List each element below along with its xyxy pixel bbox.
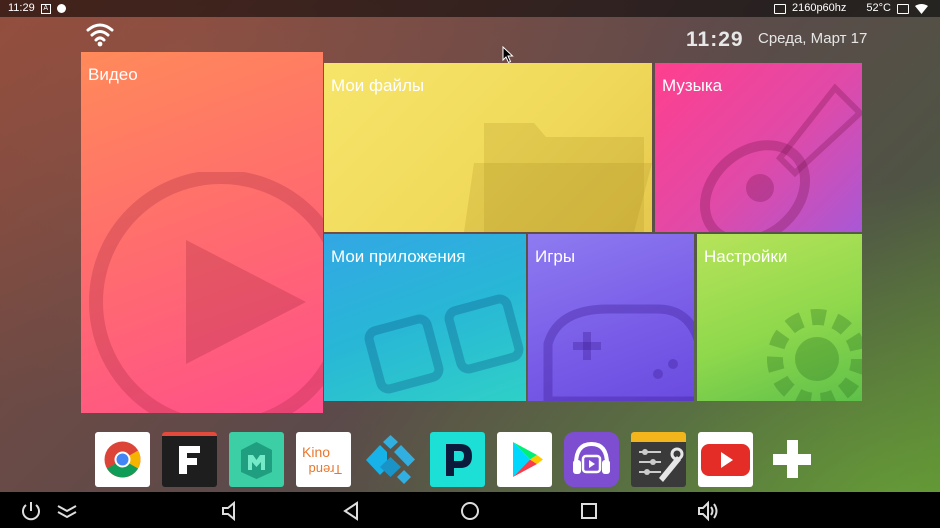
tile-files[interactable]: Мои файлы xyxy=(324,63,652,232)
volume-down-icon[interactable] xyxy=(220,500,242,522)
navigation-bar xyxy=(0,492,940,528)
tile-music[interactable]: Музыка xyxy=(655,63,862,232)
power-icon[interactable] xyxy=(20,500,42,522)
tile-settings-label: Настройки xyxy=(704,247,788,266)
chrome-icon[interactable] xyxy=(95,432,150,487)
record-dot-icon xyxy=(56,4,66,13)
tile-music-label: Музыка xyxy=(662,76,723,95)
svg-text:Trend: Trend xyxy=(309,462,342,477)
plus-icon[interactable] xyxy=(765,432,820,487)
recents-icon[interactable] xyxy=(578,500,600,522)
play-store-icon[interactable] xyxy=(497,432,552,487)
p-app-icon[interactable] xyxy=(430,432,485,487)
tile-video[interactable]: Видео xyxy=(81,52,323,413)
tile-games-label: Игры xyxy=(535,247,576,266)
folder-icon xyxy=(464,123,652,232)
tile-apps[interactable]: Мои приложения xyxy=(324,234,526,401)
gamepad-icon xyxy=(543,304,694,401)
tile-apps-label: Мои приложения xyxy=(331,247,466,266)
back-icon[interactable] xyxy=(340,500,362,522)
kodi-icon[interactable] xyxy=(363,432,418,487)
tile-video-label: Видео xyxy=(88,65,138,84)
youtube-icon[interactable] xyxy=(698,432,753,487)
date: Среда, Март 17 xyxy=(758,30,868,47)
mouse-cursor-icon xyxy=(502,46,514,64)
tools-icon[interactable] xyxy=(631,432,686,487)
f-app-icon[interactable] xyxy=(162,432,217,487)
temperature-text: 52°C xyxy=(866,2,891,14)
resolution-text: 2160p60hz xyxy=(791,2,847,14)
status-time: 11:29 xyxy=(8,2,35,14)
gear-icon xyxy=(767,309,862,401)
kino-trend-icon[interactable]: Kino Trend xyxy=(296,432,351,487)
volume-up-icon[interactable] xyxy=(697,500,719,522)
status-bar: 11:29 A 2160p60hz 52°C xyxy=(0,0,940,17)
svg-text:Kino: Kino xyxy=(302,444,330,460)
m-app-icon[interactable] xyxy=(229,432,284,487)
guitar-icon xyxy=(699,83,862,232)
picture-icon xyxy=(773,3,786,14)
home-icon[interactable] xyxy=(459,500,481,522)
tile-settings[interactable]: Настройки xyxy=(697,234,862,401)
headphone-player-icon[interactable] xyxy=(564,432,619,487)
wifi-status-icon xyxy=(915,3,928,14)
apps-grid-icon xyxy=(364,294,524,394)
tile-games[interactable]: Игры xyxy=(528,234,694,401)
a-box-icon: A xyxy=(40,3,51,14)
menu-chevrons-icon[interactable] xyxy=(56,500,78,522)
tile-files-label: Мои файлы xyxy=(331,76,425,95)
screen-icon xyxy=(897,3,909,14)
wifi-icon[interactable] xyxy=(86,20,114,48)
clock: 11:29 xyxy=(686,28,744,51)
play-icon xyxy=(89,172,323,413)
